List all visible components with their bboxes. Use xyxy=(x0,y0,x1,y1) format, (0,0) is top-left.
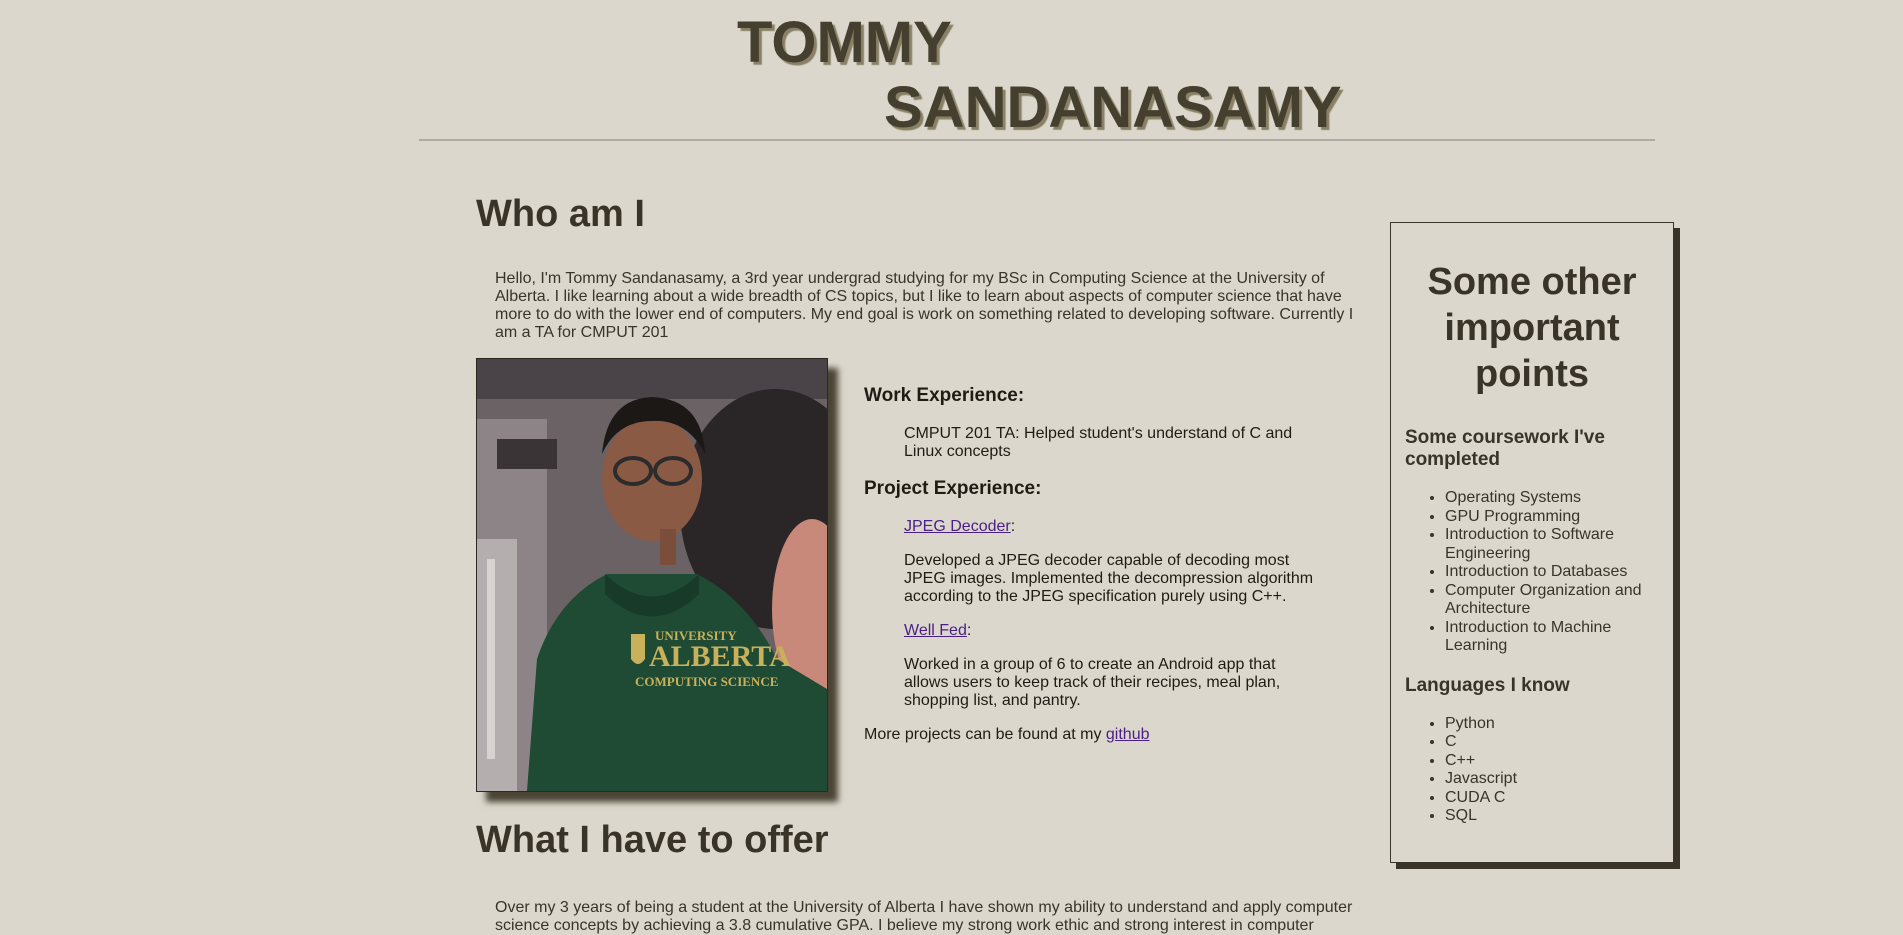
profile-photo: UNIVERSITY ALBERTA COMPUTING SCIENCE xyxy=(476,358,828,792)
project-title-wellfed: Well Fed: xyxy=(904,622,1324,640)
list-item: Python xyxy=(1445,715,1659,734)
site-title-first-name: TOMMY xyxy=(737,10,952,75)
work-experience-heading: Work Experience: xyxy=(864,385,1025,406)
more-projects-label: More projects can be found at my xyxy=(864,726,1106,743)
coursework-list: Operating Systems GPU Programming Introd… xyxy=(1405,489,1659,656)
project-description-jpeg: Developed a JPEG decoder capable of deco… xyxy=(904,552,1314,605)
project-colon: : xyxy=(966,622,972,639)
list-item: Operating Systems xyxy=(1445,489,1659,508)
offer-text: Over my 3 years of being a student at th… xyxy=(495,899,1353,934)
list-item: Introduction to Software Engineering xyxy=(1445,526,1659,563)
languages-heading: Languages I know xyxy=(1405,674,1570,696)
list-item: GPU Programming xyxy=(1445,508,1659,527)
list-item: Computer Organization and Architecture xyxy=(1445,582,1659,619)
about-heading: Who am I xyxy=(476,193,645,235)
photo-text-alberta: ALBERTA xyxy=(649,640,791,673)
jpeg-decoder-link[interactable]: JPEG Decoder xyxy=(904,518,1011,535)
photo-text-computing: COMPUTING SCIENCE xyxy=(635,674,778,689)
project-description-wellfed: Worked in a group of 6 to create an Andr… xyxy=(904,656,1281,709)
sidebar-panel: Some other important points Some coursew… xyxy=(1390,222,1674,863)
more-projects-text: More projects can be found at my github xyxy=(864,726,1334,744)
list-item: Introduction to Machine Learning xyxy=(1445,619,1659,656)
coursework-heading: Some coursework I've completed xyxy=(1405,427,1605,470)
list-item: CUDA C xyxy=(1445,789,1659,808)
well-fed-link[interactable]: Well Fed xyxy=(904,622,967,639)
list-item: SQL xyxy=(1445,807,1659,826)
experience-section: Work Experience: CMPUT 201 TA: Helped st… xyxy=(864,385,1334,744)
github-link[interactable]: github xyxy=(1106,726,1150,743)
sidebar-heading: Some other important points xyxy=(1427,261,1637,395)
header-divider xyxy=(419,139,1655,141)
project-colon: : xyxy=(1010,518,1016,535)
list-item: Javascript xyxy=(1445,770,1659,789)
project-title-jpeg: JPEG Decoder: xyxy=(904,518,1324,536)
work-experience-text: CMPUT 201 TA: Helped student's understan… xyxy=(904,425,1293,460)
about-text: Hello, I'm Tommy Sandanasamy, a 3rd year… xyxy=(495,270,1354,341)
project-experience-heading: Project Experience: xyxy=(864,478,1042,499)
list-item: Introduction to Databases xyxy=(1445,563,1659,582)
list-item: C xyxy=(1445,733,1659,752)
offer-heading: What I have to offer xyxy=(476,819,829,861)
site-title-last-name: SANDANASAMY xyxy=(884,75,1342,140)
list-item: C++ xyxy=(1445,752,1659,771)
languages-list: Python C C++ Javascript CUDA C SQL xyxy=(1405,715,1659,826)
